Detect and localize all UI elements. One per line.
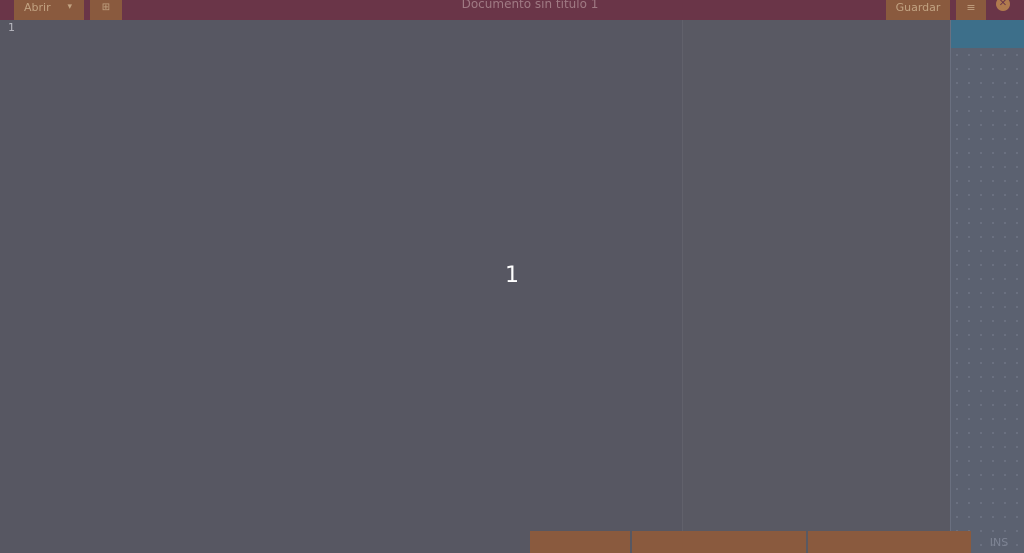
status-button-3[interactable] xyxy=(808,531,971,553)
open-button[interactable]: Abrir ▾ xyxy=(14,0,84,20)
center-number-overlay: 1 xyxy=(505,263,519,288)
insert-mode-indicator[interactable]: INS xyxy=(976,535,1022,551)
minimap[interactable] xyxy=(950,20,1024,553)
status-button-1[interactable] xyxy=(530,531,630,553)
chevron-down-icon: ▾ xyxy=(67,2,72,12)
header-bar: Abrir ▾ ⊞ Documento sin título 1 Guardar… xyxy=(0,0,1024,20)
close-window-button[interactable]: ✕ xyxy=(996,0,1010,11)
save-button-label: Guardar xyxy=(895,1,941,14)
status-button-2[interactable] xyxy=(632,531,806,553)
close-icon: ✕ xyxy=(998,0,1008,9)
save-button[interactable]: Guardar xyxy=(886,0,950,20)
menu-button[interactable]: ≡ xyxy=(956,0,986,20)
right-margin-region xyxy=(682,20,951,553)
hamburger-menu-icon: ≡ xyxy=(966,1,976,14)
new-tab-icon: ⊞ xyxy=(101,2,111,13)
minimap-viewport[interactable] xyxy=(951,20,1024,48)
window-title: Documento sin título 1 xyxy=(461,0,599,11)
line-number: 1 xyxy=(8,21,15,34)
open-button-label: Abrir xyxy=(24,1,51,14)
new-tab-button[interactable]: ⊞ xyxy=(90,0,122,20)
text-editor-area[interactable]: 1 xyxy=(0,20,951,553)
